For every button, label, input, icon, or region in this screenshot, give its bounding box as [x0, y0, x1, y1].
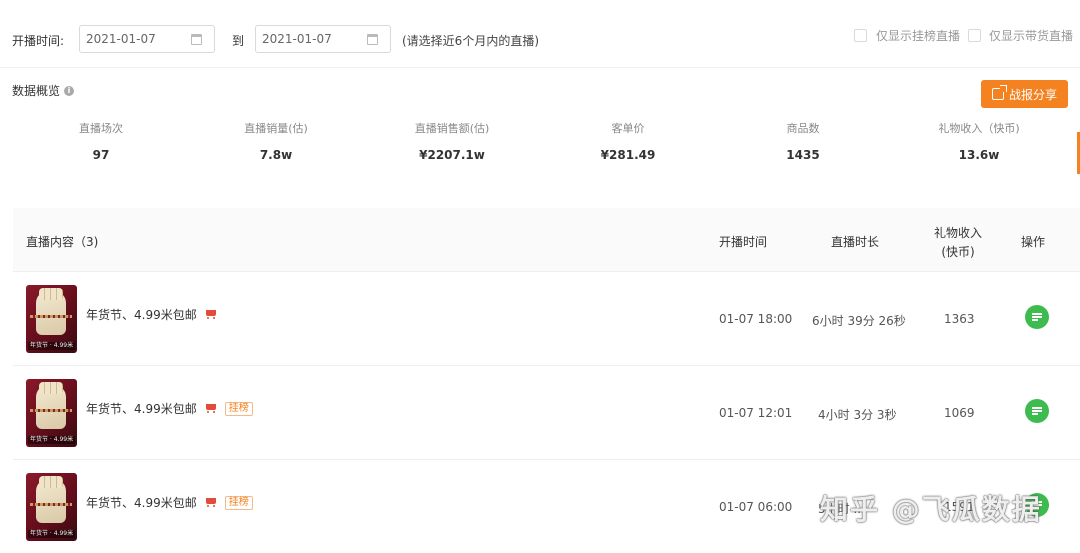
stat-label: 直播销售额(估): [414, 122, 490, 135]
info-icon[interactable]: i: [64, 85, 75, 96]
end-date-value: 2021-01-07: [262, 32, 332, 46]
thumbnail-tag: 年货节 · 4.99米: [28, 342, 76, 350]
live-title-text[interactable]: 年货节、4.99米包邮: [86, 400, 197, 417]
cell-duration: 4小时 3分 3秒: [818, 408, 897, 422]
live-thumbnail[interactable]: 年货节 · 4.99米: [26, 473, 77, 541]
stat-label: 直播销量(估): [244, 122, 308, 135]
share-icon: [991, 85, 1007, 100]
thumbnail-bracelet: [30, 503, 72, 506]
start-time-label: 开播时间:: [12, 34, 65, 48]
listed-badge: 挂榜: [224, 401, 253, 416]
stat-sessions: 直播场次 97: [21, 120, 181, 162]
live-title[interactable]: 年货节、4.99米包邮 挂榜: [86, 494, 253, 511]
stat-value: 7.8w: [259, 148, 293, 162]
checkbox-label: 仅显示带货直播: [989, 29, 1074, 43]
cell-start-time: 01-07 18:00: [719, 312, 793, 326]
live-thumbnail[interactable]: 年货节 · 4.99米: [26, 285, 77, 353]
header-content: 直播内容（3): [26, 235, 99, 249]
stat-value: ¥2207.1w: [419, 148, 485, 162]
header-gift-line1: 礼物收入: [933, 226, 982, 240]
overview-title-text: 数据概览: [12, 84, 61, 98]
stat-value: 97: [92, 148, 110, 162]
cart-icon: [205, 497, 217, 508]
stat-avg-price: 客单价 ¥281.49: [548, 120, 708, 162]
stat-label: 直播场次: [79, 122, 123, 135]
live-title-text[interactable]: 年货节、4.99米包邮: [86, 494, 197, 511]
checkbox-box[interactable]: [968, 29, 981, 42]
overview-title: 数据概览 i: [12, 82, 75, 99]
cell-gift: 1069: [944, 406, 975, 420]
stat-value: 13.6w: [958, 148, 1000, 162]
to-label: 到: [232, 34, 245, 48]
table-row[interactable]: 年货节 · 4.99米 年货节、4.99米包邮 挂榜 01-07 12:01 4…: [13, 366, 1080, 460]
thumbnail-bracelet: [30, 409, 72, 412]
stat-sales-volume: 直播销量(估) 7.8w: [196, 120, 356, 162]
stat-label: 客单价: [611, 122, 645, 135]
calendar-icon: [191, 34, 202, 45]
list-icon: [1032, 313, 1042, 321]
header-gift-line2: (快币): [941, 245, 975, 259]
list-icon: [1032, 407, 1042, 415]
stat-value: ¥281.49: [600, 148, 656, 162]
share-report-label: 战报分享: [1008, 87, 1057, 102]
table-row[interactable]: 年货节 · 4.99米 年货节、4.99米包邮 01-07 18:00 6小时 …: [13, 272, 1080, 366]
checkbox-listed-only[interactable]: 仅显示挂榜直播: [854, 27, 960, 44]
overview-stats: 直播场次 97 直播销量(估) 7.8w 直播销售额(估) ¥2207.1w 客…: [0, 120, 1080, 170]
cart-icon: [205, 309, 217, 320]
cell-duration: 6小时 39分 26秒: [812, 314, 906, 328]
stat-label: 商品数: [786, 122, 820, 135]
thumbnail-tag: 年货节 · 4.99米: [28, 436, 76, 444]
checkbox-label: 仅显示挂榜直播: [876, 29, 961, 43]
checkbox-sales-only[interactable]: 仅显示带货直播: [968, 27, 1073, 44]
thumbnail-image: [36, 288, 66, 335]
filter-bar: 开播时间: 2021-01-07 到 2021-01-07 (请选择近6个月内的…: [0, 0, 1080, 68]
thumbnail-image: [36, 382, 66, 429]
detail-button[interactable]: [1025, 305, 1049, 329]
thumbnail-tag: 年货节 · 4.99米: [28, 530, 76, 538]
live-thumbnail[interactable]: 年货节 · 4.99米: [26, 379, 77, 447]
calendar-icon: [367, 34, 378, 45]
thumbnail-bracelet: [30, 315, 72, 318]
stat-value: 1435: [786, 148, 820, 162]
share-report-button[interactable]: 战报分享: [981, 80, 1068, 108]
start-date-input[interactable]: 2021-01-07: [79, 25, 215, 53]
stat-gift-income: 礼物收入（快币) 13.6w: [899, 120, 1059, 162]
stat-sales-amount: 直播销售额(估) ¥2207.1w: [372, 120, 532, 162]
watermark: 知乎 @飞瓜数据: [820, 493, 1042, 526]
stat-label: 礼物收入（快币): [938, 122, 1020, 135]
stat-product-count: 商品数 1435: [723, 120, 883, 162]
start-date-value: 2021-01-07: [86, 32, 156, 46]
live-title[interactable]: 年货节、4.99米包邮: [86, 306, 217, 323]
table-header: 直播内容（3) 开播时间 直播时长 礼物收入 (快币) 操作: [13, 208, 1080, 272]
listed-badge: 挂榜: [224, 495, 253, 510]
end-date-input[interactable]: 2021-01-07: [255, 25, 391, 53]
cell-start-time: 01-07 12:01: [719, 406, 793, 420]
header-action: 操作: [1021, 235, 1046, 249]
date-range-hint: (请选择近6个月内的直播): [402, 34, 539, 48]
detail-button[interactable]: [1025, 399, 1049, 423]
live-title-text[interactable]: 年货节、4.99米包邮: [86, 306, 197, 323]
thumbnail-image: [36, 476, 66, 523]
checkbox-box[interactable]: [854, 29, 867, 42]
cart-icon: [205, 403, 217, 414]
header-start-time[interactable]: 开播时间: [719, 233, 767, 250]
live-title[interactable]: 年货节、4.99米包邮 挂榜: [86, 400, 253, 417]
header-gift-income[interactable]: 礼物收入 (快币): [933, 224, 983, 260]
cell-start-time: 01-07 06:00: [719, 500, 793, 514]
cell-gift: 1363: [944, 312, 975, 326]
header-duration[interactable]: 直播时长: [831, 233, 879, 250]
